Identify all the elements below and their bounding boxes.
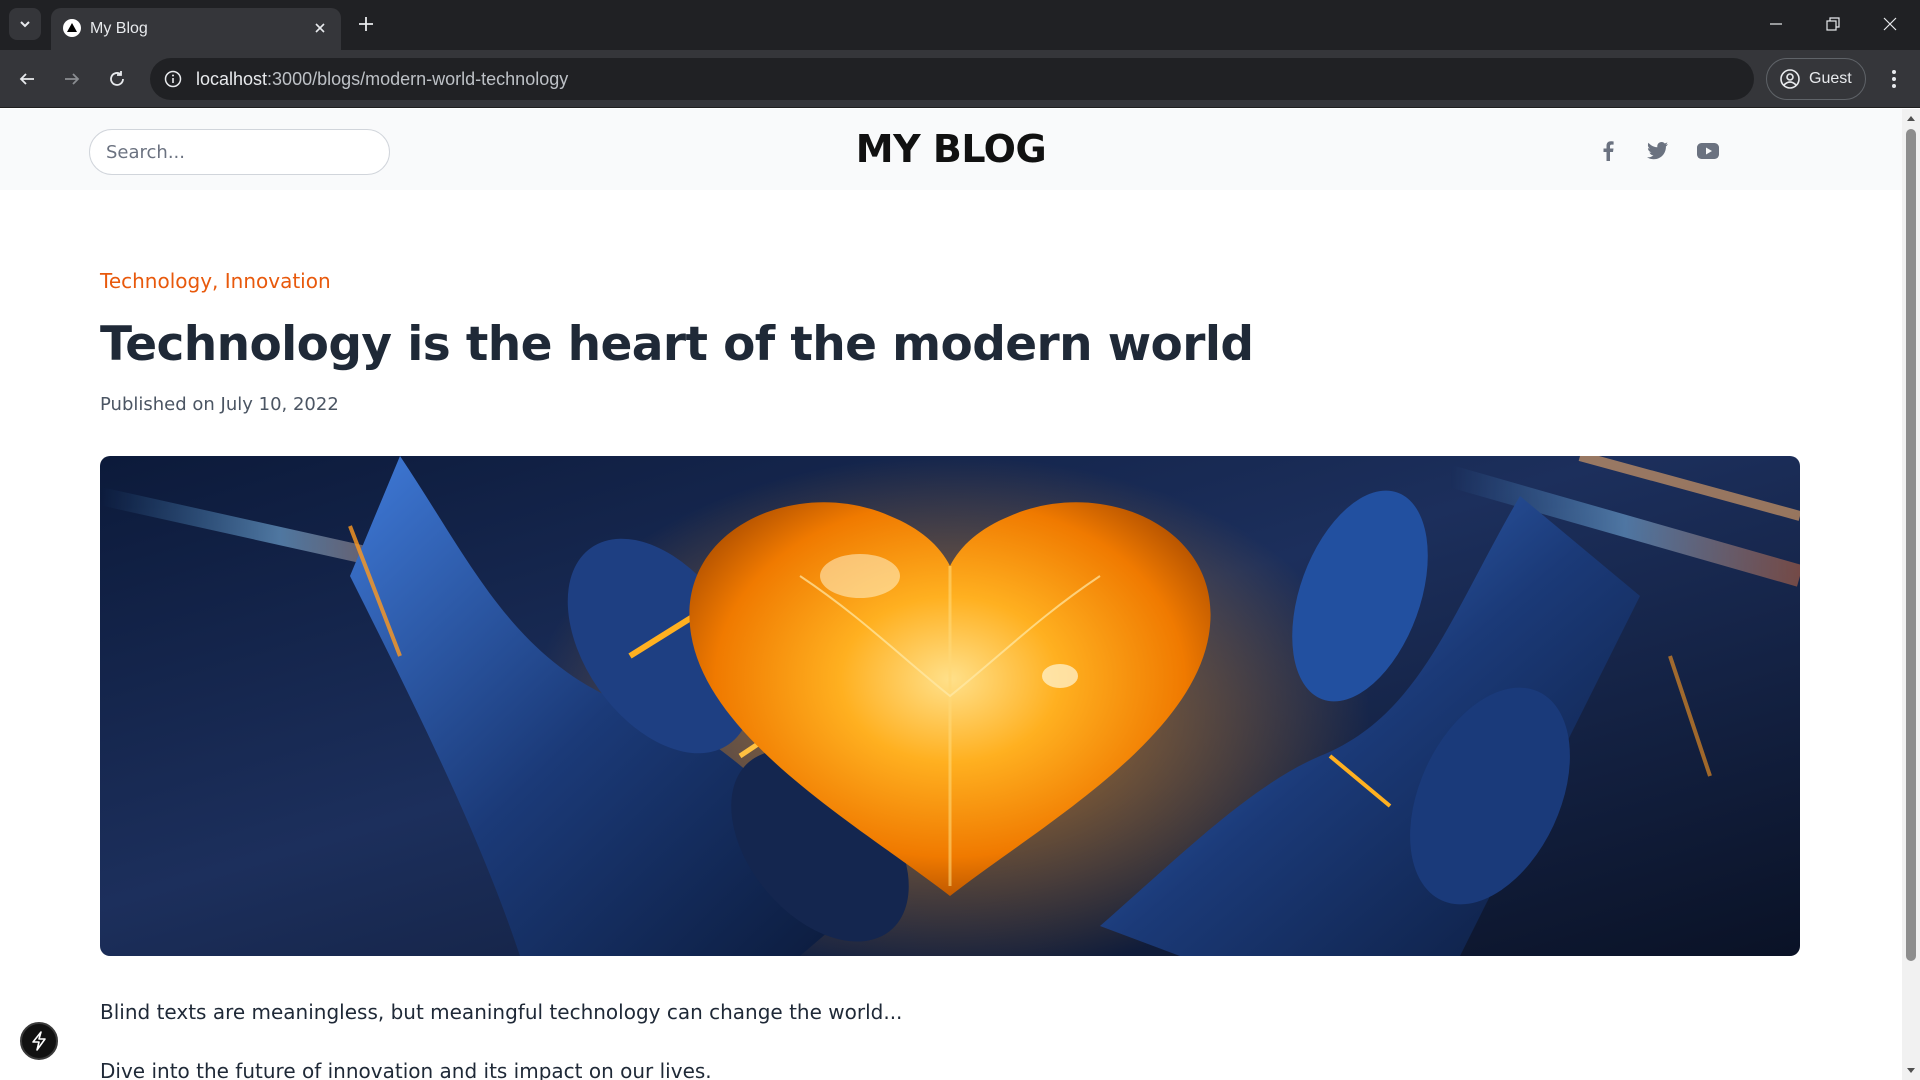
tab-title: My Blog (90, 20, 148, 37)
lightning-bolt-icon (32, 1031, 46, 1051)
more-vertical-icon (1892, 70, 1896, 88)
close-icon (1883, 17, 1897, 31)
dev-tools-badge[interactable] (20, 1022, 58, 1060)
scroll-up-icon[interactable] (1907, 115, 1915, 123)
hero-illustration (100, 456, 1800, 956)
reload-icon (110, 71, 124, 86)
profile-button[interactable]: Guest (1766, 58, 1866, 100)
triangle-logo-icon (63, 19, 81, 37)
publish-date: Published on July 10, 2022 (100, 394, 339, 415)
tab-close-button[interactable] (309, 17, 331, 39)
url-host: localhost (196, 69, 268, 89)
chevron-down-icon (20, 21, 30, 28)
article-paragraph: Dive into the future of innovation and i… (100, 1059, 712, 1080)
scroll-down-icon[interactable] (1907, 1066, 1915, 1074)
article-categories[interactable]: Technology, Innovation (100, 269, 1800, 299)
forward-button[interactable] (57, 64, 87, 94)
close-icon (315, 23, 325, 33)
address-bar[interactable]: localhost:3000/blogs/modern-world-techno… (150, 58, 1754, 100)
browser-tab-bar: My Blog (0, 0, 1920, 50)
scroll-thumb[interactable] (1906, 129, 1916, 961)
search-input[interactable] (89, 129, 390, 175)
reload-button[interactable] (102, 64, 132, 94)
minimize-button[interactable] (1758, 8, 1794, 40)
new-tab-button[interactable] (352, 10, 380, 38)
arrow-left-icon (19, 73, 34, 85)
restore-icon (1826, 17, 1840, 31)
browser-menu-button[interactable] (1880, 64, 1908, 94)
twitter-icon[interactable] (1644, 137, 1672, 165)
back-button[interactable] (12, 64, 42, 94)
hero-image (100, 456, 1800, 956)
article-header: Technology, Innovation Technology is the… (100, 269, 1800, 415)
url-path: :3000/blogs/modern-world-technology (267, 69, 569, 89)
site-header: MY BLOG (0, 109, 1902, 190)
arrow-right-icon (65, 73, 80, 85)
youtube-icon[interactable] (1694, 137, 1722, 165)
url-text[interactable]: localhost:3000/blogs/modern-world-techno… (196, 69, 568, 90)
facebook-icon[interactable] (1594, 137, 1622, 165)
minimize-icon (1770, 23, 1782, 25)
close-window-button[interactable] (1872, 8, 1908, 40)
profile-label: Guest (1809, 70, 1852, 87)
plus-icon (359, 17, 373, 31)
tab-search-button[interactable] (9, 8, 41, 40)
page-viewport: MY BLOG Technology, Innovation Technolog… (0, 109, 1902, 1080)
info-icon[interactable] (162, 68, 184, 90)
restore-button[interactable] (1815, 8, 1851, 40)
page-scrollbar[interactable] (1902, 109, 1920, 1080)
browser-toolbar: localhost:3000/blogs/modern-world-techno… (0, 50, 1920, 108)
article-paragraph: Blind texts are meaningless, but meaning… (100, 1000, 903, 1024)
article-title: Technology is the heart of the modern wo… (100, 317, 1254, 372)
browser-tab-active[interactable]: My Blog (51, 8, 341, 50)
account-circle-icon (1780, 69, 1800, 89)
